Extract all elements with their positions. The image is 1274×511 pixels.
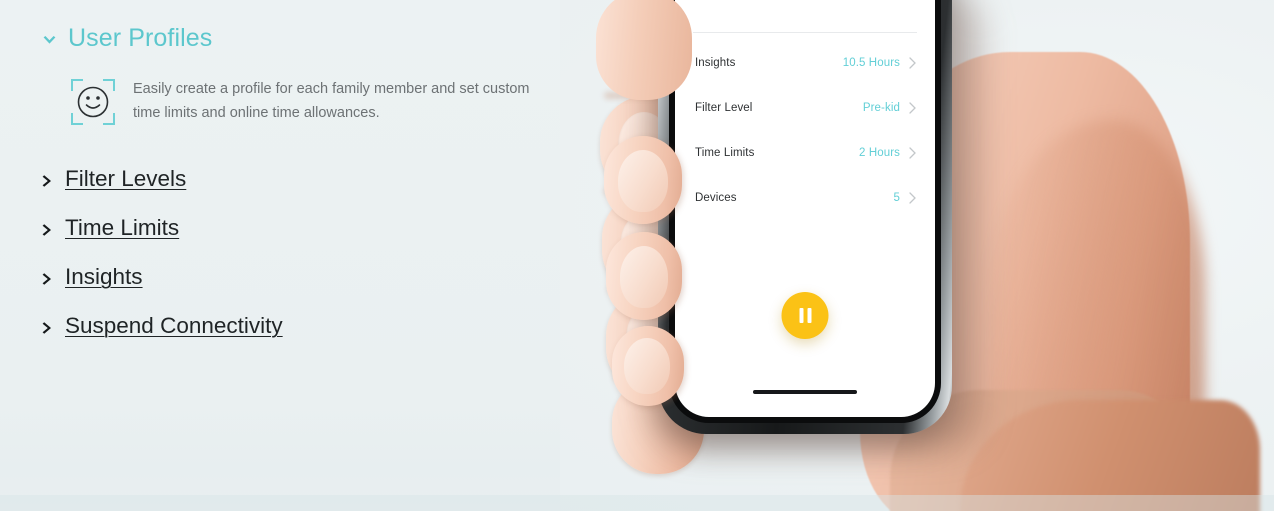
pause-icon xyxy=(807,308,811,323)
settings-row-devices[interactable]: Devices 5 xyxy=(675,175,935,220)
thumb xyxy=(596,0,692,100)
accordion-item-filter-levels[interactable]: Filter Levels xyxy=(42,155,522,204)
settings-row-value-group: 10.5 Hours xyxy=(843,57,916,69)
settings-row-value: 5 xyxy=(893,191,900,204)
chevron-right-icon xyxy=(42,272,54,286)
chevron-right-icon xyxy=(909,191,916,204)
accordion-item-label: Insights xyxy=(65,264,143,290)
accordion-item-label: Suspend Connectivity xyxy=(65,313,283,339)
settings-row-label: Insights xyxy=(695,56,736,69)
chevron-right-icon xyxy=(42,321,54,335)
chevron-right-icon xyxy=(42,223,54,237)
hand-holding-phone-photo: Insights 10.5 Hours Filter Level Pre-kid… xyxy=(560,0,1274,511)
settings-row-value: 10.5 Hours xyxy=(842,56,900,69)
home-indicator[interactable] xyxy=(753,390,857,394)
fingernail xyxy=(624,338,670,394)
marketing-feature-section: User Profiles Easily create a profile fo… xyxy=(0,0,1274,511)
chevron-right-icon xyxy=(909,101,916,114)
accordion-item-label: Time Limits xyxy=(65,215,180,241)
chevron-right-icon xyxy=(909,56,916,69)
accordion-item-user-profiles-header[interactable]: User Profiles xyxy=(42,26,212,51)
settings-row-time-limits[interactable]: Time Limits 2 Hours xyxy=(675,130,935,175)
phone-bezel: Insights 10.5 Hours Filter Level Pre-kid… xyxy=(669,0,941,423)
settings-row-value: Pre-kid xyxy=(862,101,900,114)
accordion-collapsed-items: Filter Levels Time Limits Insights Suspe… xyxy=(42,155,522,351)
settings-row-value-group: Pre-kid xyxy=(863,102,916,114)
accordion-panel-description: Easily create a profile for each family … xyxy=(133,81,530,121)
settings-row-label: Devices xyxy=(695,191,737,204)
caret-down-icon xyxy=(42,33,57,48)
settings-row-insights[interactable]: Insights 10.5 Hours xyxy=(675,40,935,85)
smiley-face-scan-icon xyxy=(70,78,116,126)
accordion-item-insights[interactable]: Insights xyxy=(42,253,522,302)
settings-row-list: Insights 10.5 Hours Filter Level Pre-kid… xyxy=(675,40,935,220)
phone-device: Insights 10.5 Hours Filter Level Pre-kid… xyxy=(658,0,952,434)
accordion-panel-user-profiles: Easily create a profile for each family … xyxy=(70,76,540,126)
settings-row-filter-level[interactable]: Filter Level Pre-kid xyxy=(675,85,935,130)
pause-icon xyxy=(799,308,803,323)
page-bottom-band xyxy=(0,495,1274,511)
settings-row-value: 2 Hours xyxy=(859,146,900,159)
accordion-title: User Profiles xyxy=(68,24,213,52)
fingernail xyxy=(618,150,668,212)
chevron-right-icon xyxy=(909,146,916,159)
chevron-right-icon xyxy=(42,174,54,188)
accordion-item-time-limits[interactable]: Time Limits xyxy=(42,204,522,253)
settings-row-value-group: 5 xyxy=(894,192,917,204)
phone-screen: Insights 10.5 Hours Filter Level Pre-kid… xyxy=(675,0,935,417)
list-top-divider xyxy=(693,32,917,33)
pause-button[interactable] xyxy=(781,292,829,339)
accordion-item-suspend-connectivity[interactable]: Suspend Connectivity xyxy=(42,302,522,351)
fingernail xyxy=(620,246,668,308)
accordion-column: User Profiles Easily create a profile fo… xyxy=(0,0,560,511)
settings-row-label: Time Limits xyxy=(695,146,755,159)
accordion-item-label: Filter Levels xyxy=(65,166,187,192)
settings-row-value-group: 2 Hours xyxy=(859,147,916,159)
settings-row-label: Filter Level xyxy=(695,101,753,114)
